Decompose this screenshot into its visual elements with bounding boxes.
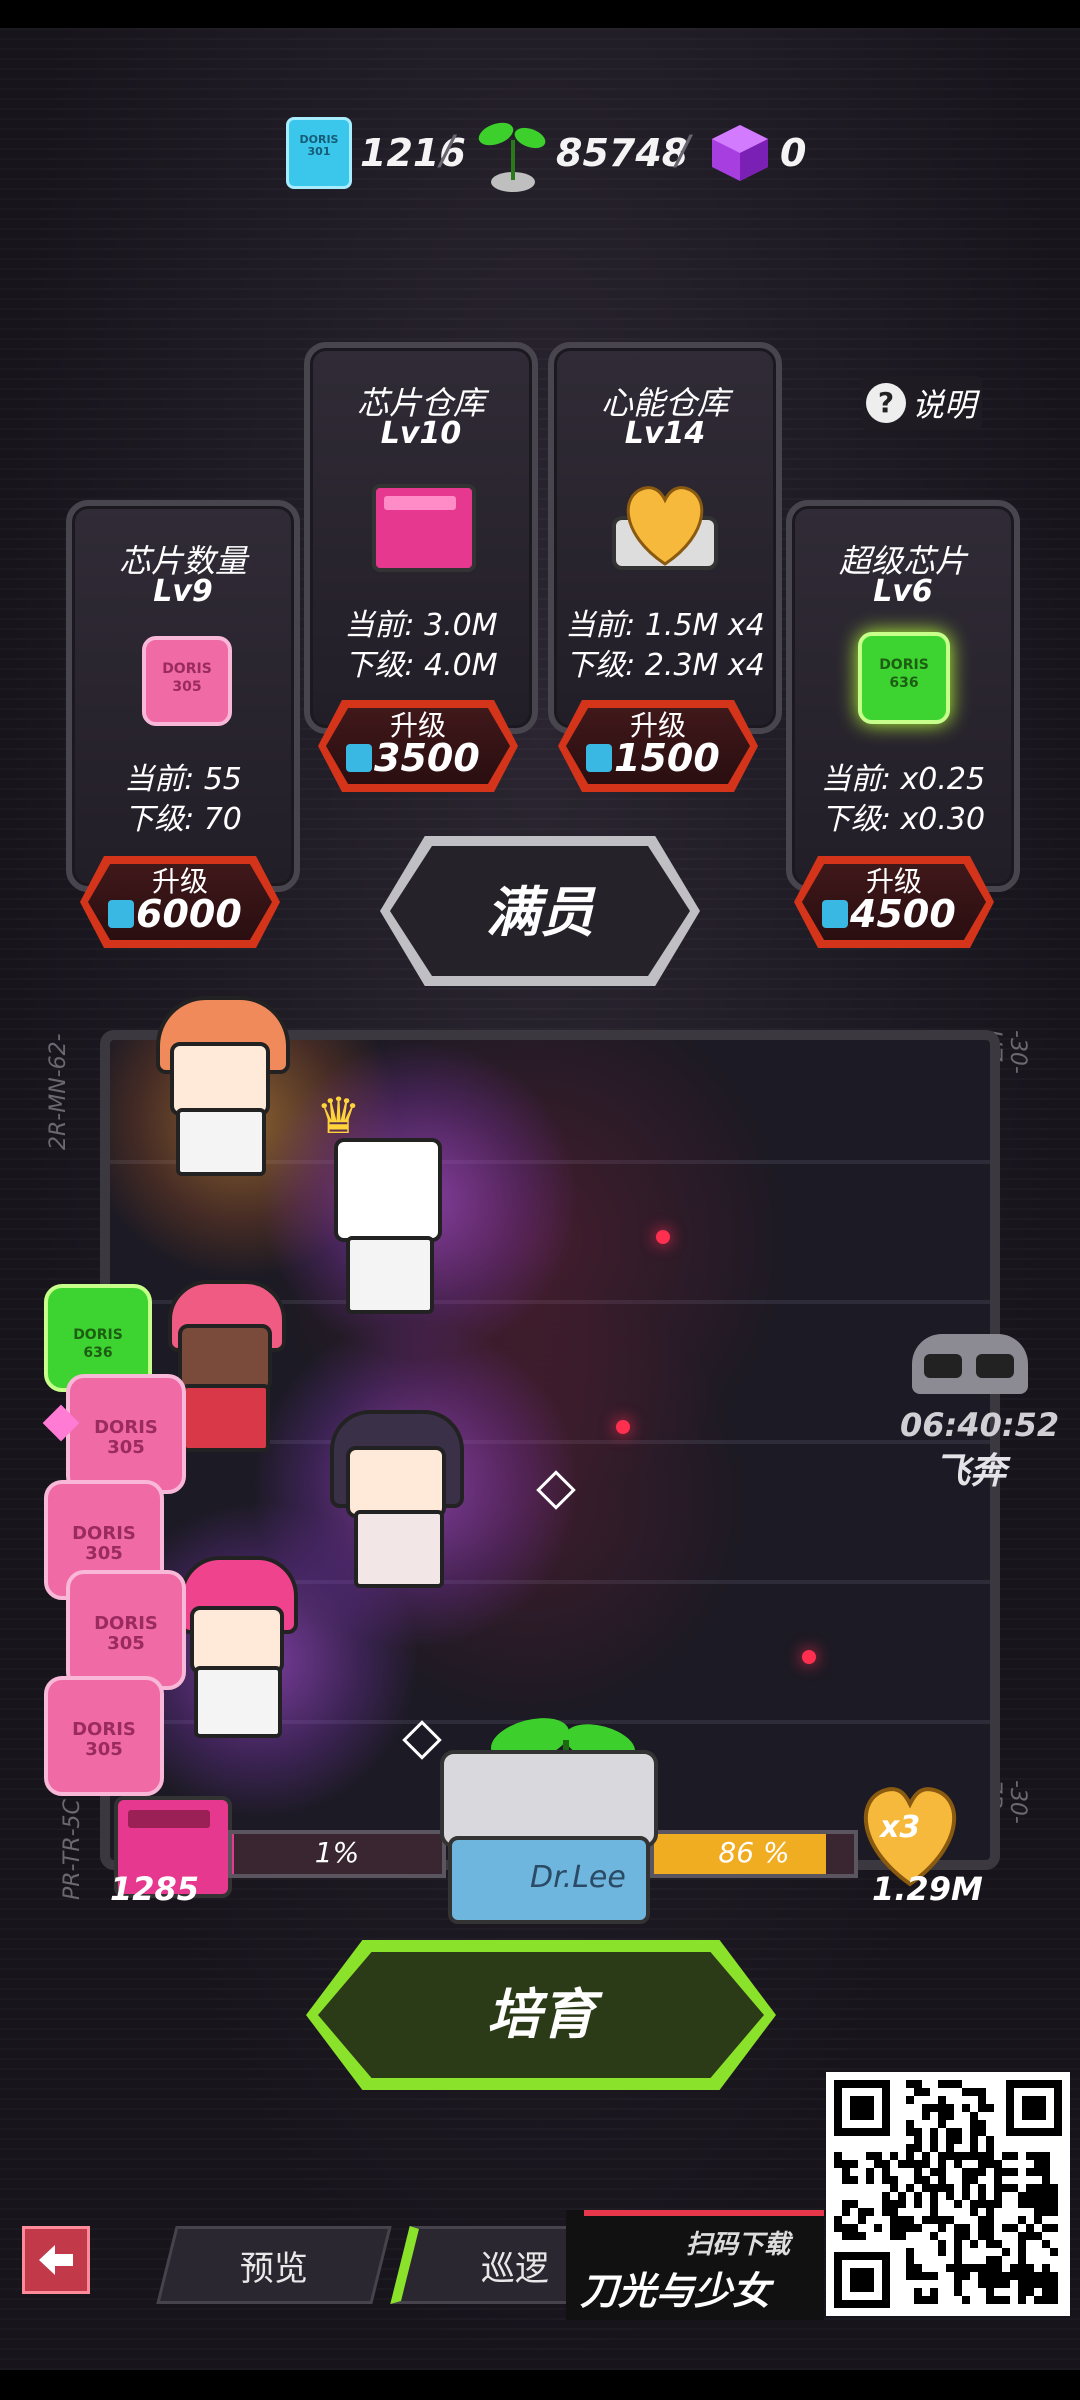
promo-top: 扫码下载 <box>686 2230 791 2260</box>
chip-icon <box>108 900 134 928</box>
purple-cube-icon <box>712 125 768 181</box>
diamond-marker <box>402 1720 442 1760</box>
chip-progress-bar: 1% <box>228 1830 446 1878</box>
timer-value: 06:40:52 <box>900 1406 1060 1444</box>
currency-separator-2: / <box>676 128 690 174</box>
currency-chips: DORIS 301 1216 <box>286 108 466 198</box>
upgrade-cost: 3500 <box>374 736 480 780</box>
speed-timer: 06:40:52 飞奔 <box>900 1334 1060 1492</box>
red-dot <box>802 1650 816 1664</box>
panel-current: 当前: x0.25 <box>820 762 986 797</box>
cube-count: 0 <box>780 131 807 175</box>
heart-percent: 86 % <box>718 1836 790 1869</box>
panel-chip-count: 芯片数量 Lv9 DORIS 305 当前: 55 下级: 70 <box>66 500 300 892</box>
chip-code: DORIS 636 <box>73 1327 123 1361</box>
pink-chip-icon: DORIS 305 <box>142 636 232 726</box>
question-icon: ? <box>866 383 906 423</box>
qr-code[interactable] <box>826 2072 1070 2316</box>
side-code: 2R-MN-62- <box>46 1033 71 1150</box>
panel-current: 当前: 55 <box>124 762 242 797</box>
panel-next: 下级: x0.30 <box>820 802 986 837</box>
panel-heart-warehouse: 心能仓库 Lv14 当前: 1.5M x4 下级: 2.3M x4 <box>548 342 782 734</box>
panel-level: Lv9 <box>153 574 213 609</box>
chip-code: DORIS 305 <box>94 1613 158 1654</box>
character-crowned-cube[interactable]: ♛ <box>316 1087 456 1316</box>
help-label: 说明 <box>912 386 977 424</box>
panel-chip-warehouse: 芯片仓库 Lv10 当前: 3.0M 下级: 4.0M <box>304 342 538 734</box>
full-label: 满员 <box>486 881 594 944</box>
goggles-icon <box>912 1334 1028 1394</box>
breed-label: 培育 <box>487 1983 595 2046</box>
back-button[interactable] <box>22 2226 90 2294</box>
chip-code: DORIS 305 <box>72 1523 136 1564</box>
upgrade-button-chip-warehouse[interactable]: 升级 3500 <box>318 700 518 792</box>
character-orange-hat[interactable] <box>156 996 290 1176</box>
chip-code: DORIS 305 <box>162 661 212 695</box>
heart-total: 1.29M <box>872 1870 983 1908</box>
character-bunny-girl[interactable] <box>330 1390 464 1590</box>
promo-title: 刀光与少女 <box>580 2269 771 2313</box>
red-dot <box>656 1230 670 1244</box>
back-arrow-icon <box>39 2245 73 2275</box>
chip-icon <box>586 744 612 772</box>
system-nav-bar <box>0 2370 1080 2400</box>
status-bar <box>0 0 1080 28</box>
panel-super-chip: 超级芯片 Lv6 DORIS 636 当前: x0.25 下级: x0.30 <box>786 500 1020 892</box>
download-promo[interactable]: 扫码下载 刀光与少女 <box>566 2210 824 2320</box>
heart-progress-bar: 86 % <box>650 1830 858 1878</box>
full-button[interactable]: 满员 <box>380 836 700 986</box>
dr-lee-machine[interactable]: Dr.Lee <box>440 1718 658 1924</box>
panel-next: 下级: 70 <box>124 802 242 837</box>
currency-sprouts: 85748 <box>478 108 688 198</box>
chip-code: DORIS 636 <box>879 657 929 691</box>
panel-current: 当前: 3.0M <box>344 608 498 643</box>
sprout-count: 85748 <box>556 131 689 175</box>
chip-icon <box>346 744 372 772</box>
panel-next: 下级: 4.0M <box>344 648 498 683</box>
upgrade-cost: 4500 <box>850 892 956 936</box>
green-chip-icon: DORIS 636 <box>858 632 950 724</box>
pink-chip[interactable]: DORIS 305 <box>66 1570 186 1690</box>
character-magenta-hair[interactable] <box>180 1556 298 1738</box>
heart-multiplier: x3 <box>880 1810 921 1845</box>
timer-label: 飞奔 <box>933 1451 1006 1492</box>
upgrade-button-chip-count[interactable]: 升级 6000 <box>80 856 280 948</box>
chip-icon-code: DORIS 301 <box>299 133 339 158</box>
tab-label: 预览 <box>239 2249 308 2289</box>
chip-icon <box>822 900 848 928</box>
upgrade-cost: 6000 <box>136 892 242 936</box>
panel-level: Lv14 <box>624 416 706 451</box>
pink-chip[interactable]: DORIS 305 <box>44 1676 164 1796</box>
upgrade-button-super-chip[interactable]: 升级 4500 <box>794 856 994 948</box>
chip-percent: 1% <box>314 1836 360 1869</box>
side-code: PR-TR-5C <box>60 1799 85 1900</box>
red-dot <box>616 1420 630 1434</box>
breed-button[interactable]: 培育 <box>306 1940 776 2090</box>
chip-code: DORIS 305 <box>94 1417 158 1458</box>
panel-level: Lv6 <box>873 574 933 609</box>
panel-level: Lv10 <box>380 416 462 451</box>
heart-warehouse-icon <box>612 486 718 570</box>
pink-chip[interactable]: DORIS 305 <box>66 1374 186 1494</box>
crown-icon: ♛ <box>316 1087 361 1145</box>
panel-current: 当前: 1.5M x4 <box>565 608 765 643</box>
machine-label: Dr.Lee <box>530 1860 626 1895</box>
sprout-icon <box>478 122 546 192</box>
chip-icon: DORIS 301 <box>286 117 352 189</box>
chip-code: DORIS 305 <box>72 1719 136 1760</box>
upgrade-button-heart-warehouse[interactable]: 升级 1500 <box>558 700 758 792</box>
panel-next: 下级: 2.3M x4 <box>565 648 765 683</box>
upgrade-cost: 1500 <box>614 736 720 780</box>
chip-warehouse-icon <box>372 484 476 572</box>
tab-preview[interactable]: 预览 <box>156 2226 392 2304</box>
currency-separator: / <box>440 128 454 174</box>
qr-code-image <box>834 2080 1062 2308</box>
currency-cubes: 0 <box>708 108 806 198</box>
chip-total: 1285 <box>110 1870 200 1908</box>
help-button[interactable]: ? 说明 <box>862 376 982 430</box>
